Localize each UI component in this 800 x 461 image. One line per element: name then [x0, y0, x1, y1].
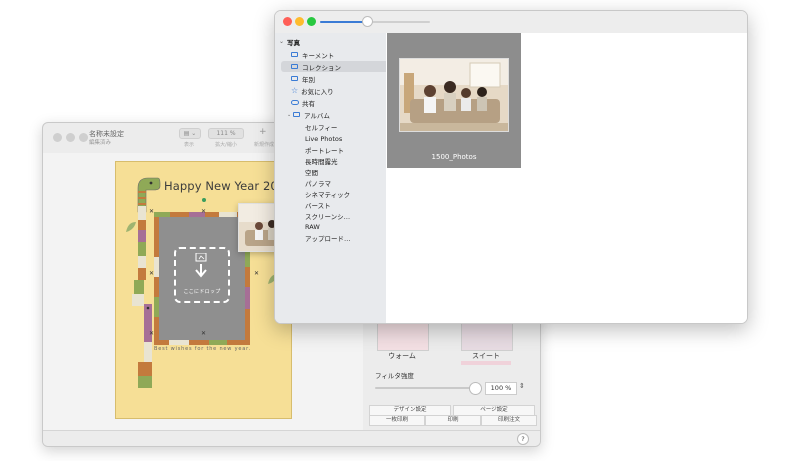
snake-body: [138, 206, 146, 220]
help-button[interactable]: ?: [517, 433, 529, 445]
sidebar-album-10[interactable]: アップロード…: [305, 232, 351, 243]
sidebar-item-moments[interactable]: キーメント: [291, 49, 334, 60]
snake-body: [138, 220, 146, 230]
resize-handle[interactable]: ✕: [201, 208, 206, 215]
zoom-button[interactable]: [307, 17, 316, 26]
folder-icon: [293, 112, 300, 117]
photos-window: ⌄ 写真 キーメント コレクション 年別 ☆ お気に入り 共有 ⌄ アルバム セ…: [274, 10, 748, 324]
sidebar-album-0[interactable]: セルフィー: [305, 121, 337, 132]
sidebar-album-4[interactable]: 空間: [305, 166, 318, 177]
filter-label-sweet: スイート: [472, 352, 500, 360]
sidebar-album-2[interactable]: ポートレート: [305, 144, 344, 155]
slider-knob[interactable]: [362, 16, 373, 27]
sidebar-album-7[interactable]: バースト: [305, 199, 331, 210]
folder-icon: [291, 76, 298, 81]
photos-sidebar: ⌄ 写真 キーメント コレクション 年別 ☆ お気に入り 共有 ⌄ アルバム セ…: [275, 33, 391, 323]
folder-icon: [291, 52, 298, 57]
chevron-down-icon: ⌄: [279, 38, 285, 45]
frame-segment: [209, 340, 227, 345]
sidebar-item-years[interactable]: 年別: [291, 73, 315, 84]
zoom-label: 拡大/縮小: [215, 142, 237, 148]
frame-segment: [219, 212, 237, 217]
filter-value-field[interactable]: 100 %: [485, 382, 517, 395]
photo-label: 1500_Photos: [431, 153, 477, 161]
zoom-field[interactable]: 111 %: [208, 128, 244, 139]
family-photo-image: [400, 59, 508, 131]
sidebar-item-albums[interactable]: ⌄ アルバム: [287, 109, 330, 120]
photo-grid: 1500_Photos: [386, 33, 747, 323]
filter-stepper[interactable]: ⇕: [519, 382, 525, 390]
snake-body: [138, 242, 146, 256]
view-button[interactable]: ▤ ⌄: [179, 128, 201, 139]
add-button[interactable]: +: [259, 127, 267, 137]
close-button[interactable]: [53, 133, 62, 142]
resize-handle[interactable]: ✕: [254, 270, 259, 277]
frame-segment: [154, 257, 159, 277]
zoom-button[interactable]: [79, 133, 88, 142]
leaf-icon: [126, 222, 136, 232]
frame-segment: [154, 297, 159, 317]
swatch-strip: [461, 361, 511, 365]
cloud-icon: [291, 100, 299, 105]
print-order-button[interactable]: 印刷注文: [481, 415, 537, 426]
frame-segment: [245, 287, 250, 309]
sidebar-album-1[interactable]: Live Photos: [305, 133, 342, 144]
snake-body: [134, 280, 144, 294]
folder-icon: [291, 64, 298, 69]
sidebar-album-3[interactable]: 長時間露光: [305, 155, 338, 166]
snake-body: [138, 230, 146, 242]
print-button[interactable]: 印刷: [425, 415, 481, 426]
frame-segment: [169, 340, 189, 345]
status-bar: ?: [43, 430, 540, 446]
snake-head-icon: [137, 177, 161, 213]
resize-handle[interactable]: ✕: [149, 330, 154, 337]
close-button[interactable]: [283, 17, 292, 26]
sidebar-item-collections[interactable]: コレクション: [281, 61, 391, 72]
sidebar-album-5[interactable]: パノラマ: [305, 177, 331, 188]
resize-handle[interactable]: ✕: [149, 208, 154, 215]
card-message: Best wishes for the new year.: [154, 346, 251, 352]
document-subtitle: 編集済み: [89, 140, 112, 146]
sidebar-album-9[interactable]: RAW: [305, 221, 320, 232]
photo-grid-item[interactable]: 1500_Photos: [387, 33, 521, 168]
resize-handle[interactable]: ✕: [201, 330, 206, 337]
star-icon: ☆: [291, 86, 299, 95]
photo-thumbnail[interactable]: [399, 58, 509, 132]
sidebar-item-shared[interactable]: 共有: [291, 97, 315, 108]
slider-fill: [320, 21, 368, 23]
snake-body: [138, 268, 146, 280]
sidebar-item-favorites[interactable]: ☆ お気に入り: [291, 85, 334, 96]
snake-body: [138, 256, 146, 268]
rotate-handle[interactable]: [202, 198, 206, 202]
view-label: 表示: [183, 142, 194, 148]
resize-handle[interactable]: ✕: [149, 270, 154, 277]
sidebar-section-photos[interactable]: ⌄ 写真: [279, 36, 300, 47]
drop-label: ここにドロップ: [183, 289, 221, 295]
sidebar-album-6[interactable]: シネマティック: [305, 188, 350, 199]
minimize-button[interactable]: [66, 133, 75, 142]
greeting-card[interactable]: Happy New Year 2025 ✕ ✕ ✕ ✕ ✕ ✕ ここにドロップ …: [115, 161, 293, 419]
filter-slider-knob[interactable]: [469, 382, 482, 395]
sidebar-album-8[interactable]: スクリーンシ…: [305, 210, 350, 221]
filter-slider-track[interactable]: [375, 387, 475, 389]
image-drop-icon: [195, 253, 207, 278]
filter-label-warm: ウォーム: [388, 352, 416, 360]
minimize-button[interactable]: [295, 17, 304, 26]
frame-segment: [154, 212, 170, 217]
print-one-button[interactable]: 一枚印刷: [369, 415, 425, 426]
photos-titlebar: [275, 11, 747, 34]
filter-strength-label: フィルタ強度: [375, 372, 414, 380]
